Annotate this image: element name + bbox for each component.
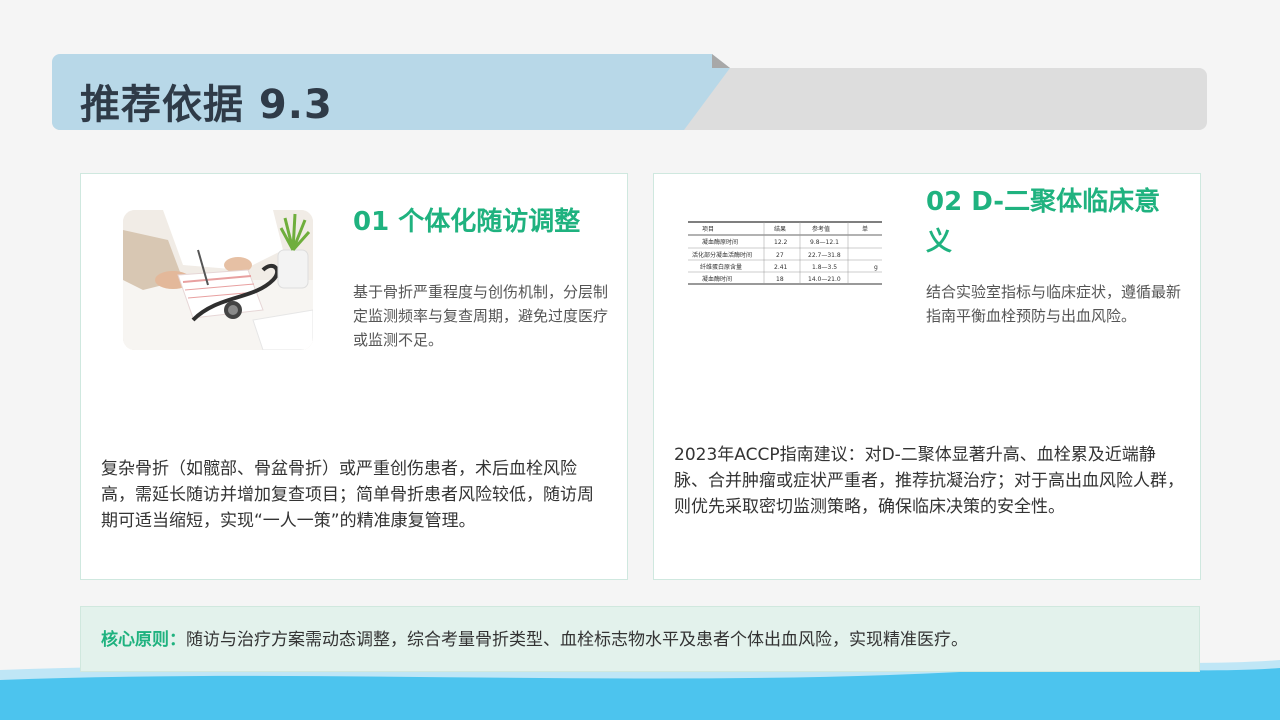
lab-table-header: 参考值	[812, 225, 830, 233]
lab-table-cell: 22.7—31.8	[808, 252, 841, 259]
lab-table-cell: 活化部分凝血活酶时间	[692, 251, 752, 259]
page-title: 推荐依据 9.3	[80, 82, 333, 128]
lab-table-cell: 27	[776, 252, 784, 259]
card-description: 基于骨折严重程度与创伤机制，分层制定监测频率与复查周期，避免过度医疗或监测不足。	[353, 283, 609, 349]
card-body-text: 2023年ACCP指南建议：对D-二聚体显著升高、血栓累及近端静脉、合并肿瘤或症…	[674, 445, 1184, 517]
lab-table-cell: 1.8—3.5	[812, 264, 837, 271]
card-body-text: 复杂骨折（如髋部、骨盆骨折）或严重创伤患者，术后血栓风险高，需延长随访并增加复查…	[101, 459, 594, 531]
slide: 推荐依据 9.3 01 个体化随访调整 基于骨折严重程度与创伤机制，分层制定监测…	[0, 0, 1280, 720]
core-principle-box: 核心原则：随访与治疗方案需动态调整，综合考量骨折类型、血栓标志物水平及患者个体出…	[80, 606, 1200, 672]
lab-table-header: 单	[862, 225, 868, 233]
core-principle-label: 核心原则：	[101, 630, 186, 650]
lab-table-cell: g	[874, 264, 878, 271]
core-principle-content: 随访与治疗方案需动态调整，综合考量骨折类型、血栓标志物水平及患者个体出血风险，实…	[186, 630, 968, 650]
lab-table-cell: 9.8—12.1	[810, 239, 839, 246]
lab-table-cell: 凝血酶时间	[702, 275, 732, 283]
lab-table-cell: 纤维蛋白原含量	[700, 263, 742, 271]
lab-table-header: 结果	[774, 225, 786, 233]
lab-table-cell: 凝血酶原时间	[702, 238, 738, 246]
card-description: 结合实验室指标与临床症状，遵循最新指南平衡血栓预防与出血风险。	[926, 283, 1182, 325]
core-principle-text: 核心原则：随访与治疗方案需动态调整，综合考量骨折类型、血栓标志物水平及患者个体出…	[101, 627, 968, 653]
card-title: 02 D-二聚体临床意义	[926, 187, 1161, 257]
card-d-dimer: 项目 结果 参考值 单 凝血酶原时间 12.2 9.8—12.1 活化部分凝血活…	[653, 173, 1201, 580]
card-title: 01 个体化随访调整	[353, 207, 581, 237]
lab-table-cell: 12.2	[774, 239, 788, 246]
lab-table-header: 项目	[702, 226, 714, 233]
doctor-consultation-photo	[123, 210, 313, 350]
header-fold-decoration	[712, 54, 730, 68]
lab-table-cell: 2.41	[774, 264, 788, 271]
card-individual-followup: 01 个体化随访调整 基于骨折严重程度与创伤机制，分层制定监测频率与复查周期，避…	[80, 173, 628, 580]
lab-table-cell: 18	[776, 276, 784, 283]
lab-results-table-image: 项目 结果 参考值 单 凝血酶原时间 12.2 9.8—12.1 活化部分凝血活…	[688, 206, 882, 318]
lab-table-cell: 14.0—21.0	[808, 276, 841, 283]
